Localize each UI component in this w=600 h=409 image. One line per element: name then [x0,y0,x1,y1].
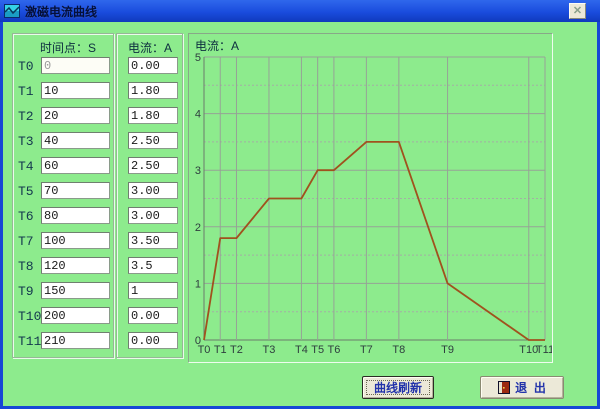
table-row: T3 [13,132,113,149]
table-row [117,157,182,174]
time-input-t8[interactable] [41,257,110,274]
current-panel: 电流：A [116,33,183,358]
row-label-t8: T8 [18,259,34,274]
svg-text:T7: T7 [360,344,373,356]
table-row: T1 [13,82,113,99]
exit-label: 退 出 [515,379,546,396]
time-input-t6[interactable] [41,207,110,224]
current-curve-chart: 012345T0T1T2T3T4T5T6T7T8T9T10T11 [189,34,552,362]
time-input-t5[interactable] [41,182,110,199]
current-input-t3[interactable] [128,132,178,149]
row-label-t9: T9 [18,284,34,299]
table-row [117,107,182,124]
svg-text:T9: T9 [441,344,454,356]
exit-door-icon [498,381,510,394]
svg-text:4: 4 [195,109,201,121]
svg-text:T3: T3 [263,344,276,356]
table-row [117,57,182,74]
row-label-t2: T2 [18,109,34,124]
current-input-t7[interactable] [128,232,178,249]
current-input-t9[interactable] [128,282,178,299]
current-input-t10[interactable] [128,307,178,324]
table-row: T11 [13,332,113,349]
table-row: T2 [13,107,113,124]
table-row [117,132,182,149]
current-input-t6[interactable] [128,207,178,224]
table-row: T6 [13,207,113,224]
svg-text:T11: T11 [536,344,552,356]
time-input-t9[interactable] [41,282,110,299]
time-input-t11[interactable] [41,332,110,349]
time-input-t0 [41,57,110,74]
current-input-t8[interactable] [128,257,178,274]
table-row: T4 [13,157,113,174]
time-input-t1[interactable] [41,82,110,99]
time-input-t10[interactable] [41,307,110,324]
table-row [117,332,182,349]
current-input-t2[interactable] [128,107,178,124]
row-label-t11: T11 [18,334,41,349]
svg-text:T5: T5 [311,344,324,356]
time-input-t4[interactable] [41,157,110,174]
svg-text:2: 2 [195,222,201,234]
current-input-t11[interactable] [128,332,178,349]
row-label-t5: T5 [18,184,34,199]
table-row [117,232,182,249]
svg-text:1: 1 [195,278,201,290]
svg-text:5: 5 [195,52,201,64]
row-label-t4: T4 [18,159,34,174]
svg-text:T4: T4 [295,344,308,356]
time-input-t3[interactable] [41,132,110,149]
svg-text:T6: T6 [327,344,340,356]
row-label-t7: T7 [18,234,34,249]
table-row: T5 [13,182,113,199]
table-row: T9 [13,282,113,299]
table-row [117,207,182,224]
current-input-t0[interactable] [128,57,178,74]
table-row [117,282,182,299]
current-input-t5[interactable] [128,182,178,199]
svg-text:T1: T1 [214,344,227,356]
title-bar: 激磁电流曲线 ✕ [0,0,600,22]
close-icon: ✕ [573,5,582,17]
table-row: T8 [13,257,113,274]
table-row: T10 [13,307,113,324]
row-label-t3: T3 [18,134,34,149]
time-input-t7[interactable] [41,232,110,249]
chart-panel: 电流：A 012345T0T1T2T3T4T5T6T7T8T9T10T11 [188,33,553,363]
time-input-t2[interactable] [41,107,110,124]
row-label-t1: T1 [18,84,34,99]
current-input-t4[interactable] [128,157,178,174]
table-row [117,82,182,99]
table-row [117,257,182,274]
table-row: T7 [13,232,113,249]
table-row: T0 [13,57,113,74]
window-title: 激磁电流曲线 [25,3,97,20]
row-label-t6: T6 [18,209,34,224]
svg-text:T2: T2 [230,344,243,356]
row-label-t0: T0 [18,59,34,74]
table-row [117,307,182,324]
svg-text:T0: T0 [198,344,211,356]
exit-button[interactable]: 退 出 [480,376,564,399]
client-area: 时间点：S T0 T1 T2 T3 T4 T5 [3,22,597,406]
close-button[interactable]: ✕ [569,3,586,19]
current-input-t1[interactable] [128,82,178,99]
app-icon [4,3,20,19]
svg-text:T8: T8 [392,344,405,356]
svg-text:3: 3 [195,165,201,177]
row-label-t10: T10 [18,309,41,324]
refresh-curve-label: 曲线刷新 [374,379,422,396]
refresh-curve-button[interactable]: 曲线刷新 [362,376,434,399]
table-row [117,182,182,199]
time-panel-header: 时间点：S [40,39,96,56]
app-window: 激磁电流曲线 ✕ 时间点：S T0 T1 T2 T3 T4 [0,0,600,409]
current-panel-header: 电流：A [128,39,172,56]
time-panel: 时间点：S T0 T1 T2 T3 T4 T5 [12,33,114,358]
